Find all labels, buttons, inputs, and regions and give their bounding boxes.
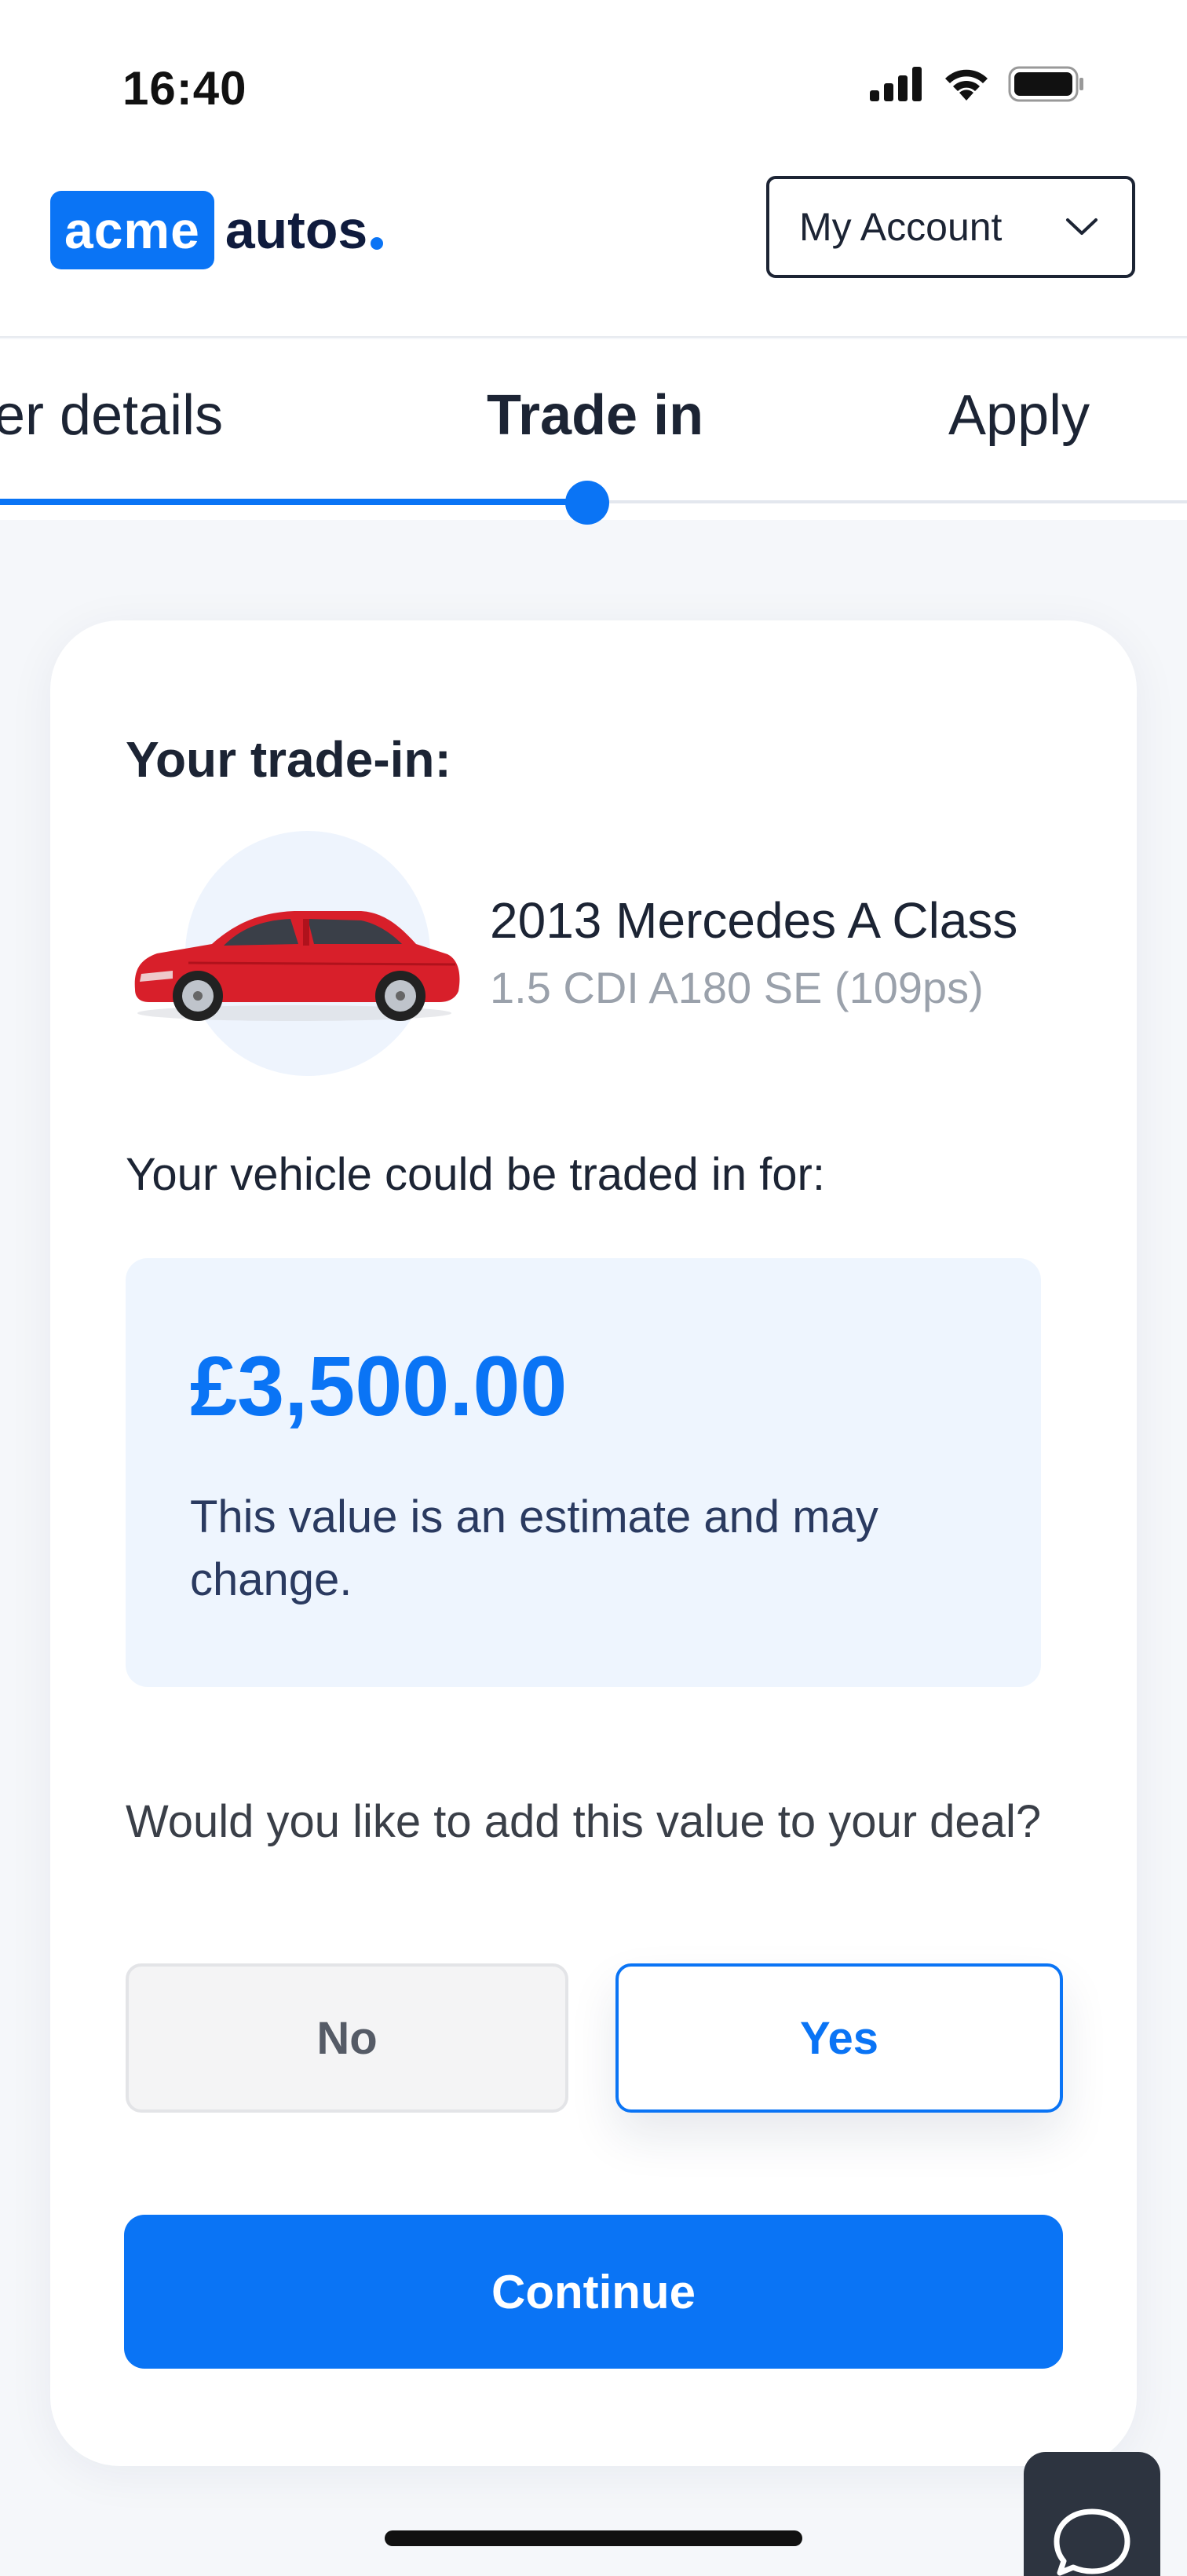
trade-in-page: 16:40 acme autos My Account er details T…: [0, 0, 1187, 2576]
my-account-label: My Account: [799, 205, 1003, 249]
app-header: acme autos My Account: [0, 165, 1187, 338]
chat-button[interactable]: [1024, 2452, 1160, 2576]
add-value-question: Would you like to add this value to your…: [126, 1796, 1042, 1847]
acme-autos-logo[interactable]: acme autos: [50, 191, 384, 269]
vehicle-spec: 1.5 CDI A180 SE (109ps): [490, 963, 984, 1012]
step-previous[interactable]: er details: [0, 383, 223, 448]
progress-current-dot: [565, 481, 609, 525]
chat-bubble-icon: [1054, 2508, 1130, 2576]
trade-in-card: Your trade-in: 2013 Mercedes A Class 1.5…: [50, 620, 1137, 2466]
logo-box-text: acme: [50, 191, 214, 269]
step-next[interactable]: Apply: [948, 383, 1090, 448]
home-indicator: [385, 2530, 802, 2546]
logo-dot: [371, 237, 384, 250]
signal-icon: [870, 67, 922, 101]
value-estimate-note: This value is an estimate and may change…: [190, 1491, 878, 1605]
trade-in-title: Your trade-in:: [126, 731, 451, 788]
red-car-image: [134, 911, 460, 1021]
continue-button[interactable]: Continue: [124, 2215, 1063, 2369]
vehicle-name: 2013 Mercedes A Class: [490, 892, 1018, 949]
progress-track-completed: [0, 499, 587, 505]
yes-button[interactable]: Yes: [615, 1963, 1063, 2113]
battery-icon: [1008, 66, 1083, 102]
wifi-icon: [945, 69, 988, 101]
no-button[interactable]: No: [126, 1963, 568, 2113]
trade-in-value-box: £3,500.00 This value is an estimate and …: [126, 1258, 1041, 1687]
traded-in-label: Your vehicle could be traded in for:: [126, 1149, 825, 1200]
status-time: 16:40: [122, 62, 247, 115]
step-current[interactable]: Trade in: [487, 383, 703, 448]
my-account-button[interactable]: My Account: [766, 176, 1135, 278]
trade-in-value: £3,500.00: [190, 1338, 568, 1433]
status-icons: [868, 66, 1085, 102]
logo-word: autos: [225, 200, 368, 260]
chevron-down-icon: [1066, 218, 1098, 235]
status-bar: 16:40: [0, 0, 1187, 165]
progress-track-remaining: [587, 500, 1187, 503]
